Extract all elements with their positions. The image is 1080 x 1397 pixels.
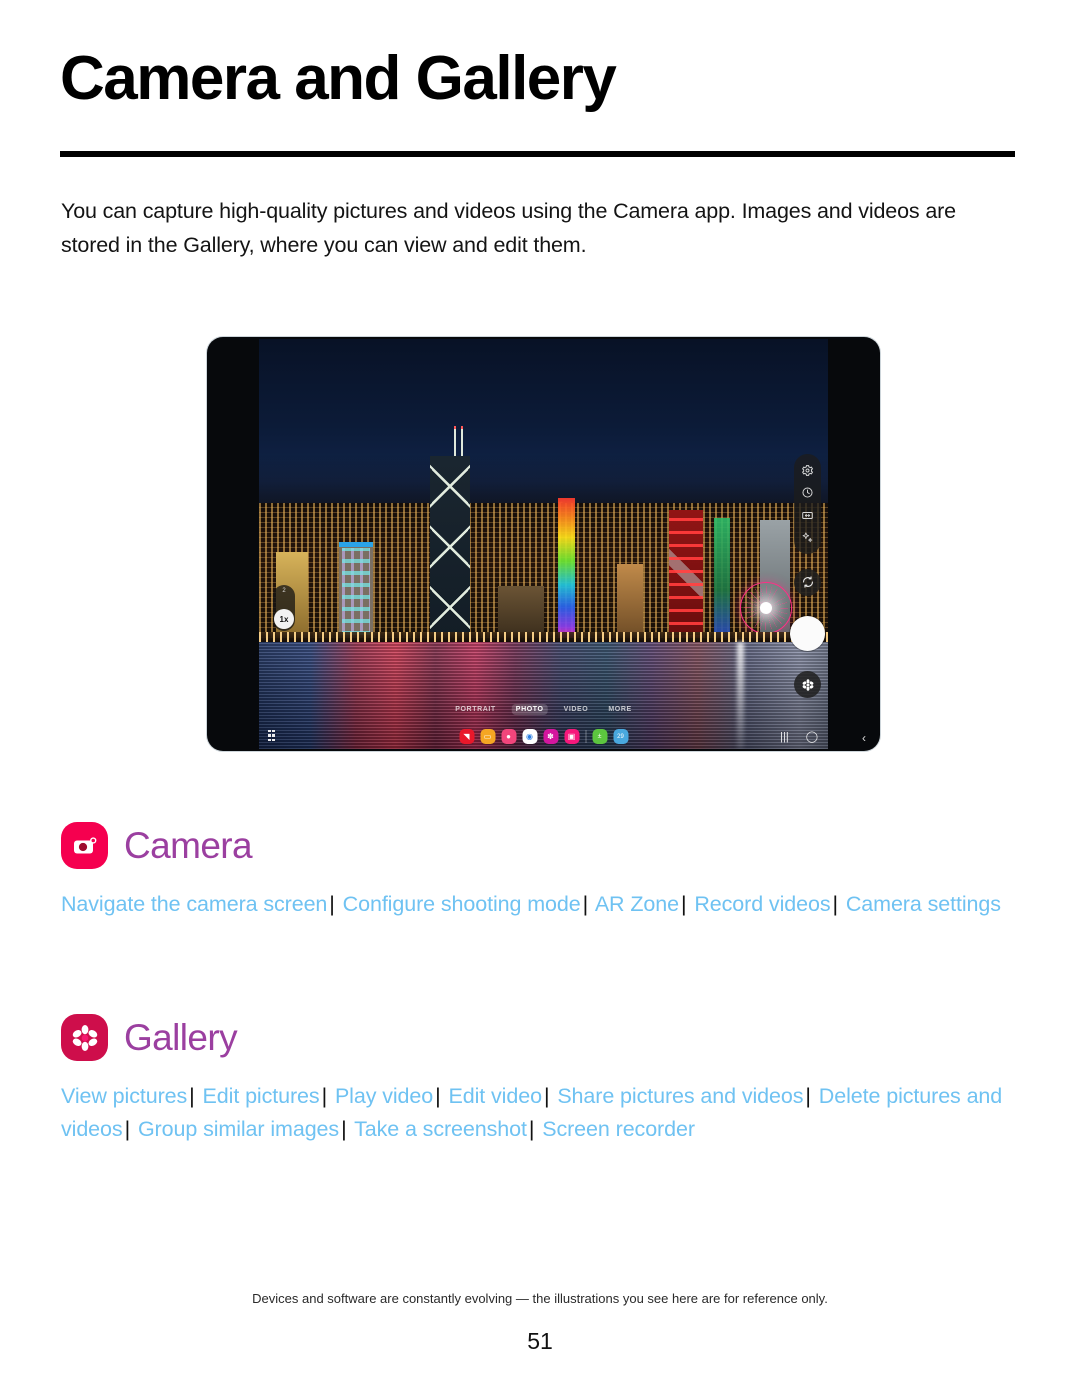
- flipboard-app-icon[interactable]: ◥: [459, 729, 474, 744]
- ferris-wheel: [739, 582, 792, 635]
- effects-sparkle-icon[interactable]: [801, 531, 814, 544]
- zoom-level-2[interactable]: 2: [282, 588, 285, 594]
- link-separator: |: [805, 1084, 811, 1108]
- mode-photo[interactable]: PHOTO: [511, 704, 548, 715]
- recents-icon[interactable]: |||: [780, 732, 789, 743]
- link-group-similar-images[interactable]: Group similar images: [138, 1117, 339, 1141]
- link-separator: |: [189, 1084, 195, 1108]
- tower-masts: [452, 426, 466, 457]
- link-separator: |: [329, 892, 335, 916]
- mode-more[interactable]: MORE: [604, 704, 635, 715]
- link-separator: |: [528, 1116, 535, 1141]
- link-separator: |: [321, 1084, 328, 1108]
- section-camera: Camera Navigate the camera screen| Confi…: [61, 822, 1021, 921]
- calendar-app-icon[interactable]: 29: [613, 729, 628, 744]
- dock-divider: [585, 730, 586, 743]
- link-camera-settings[interactable]: Camera settings: [846, 892, 1001, 916]
- camera-links: Navigate the camera screen| Configure sh…: [61, 888, 1021, 921]
- red-lit-building: [668, 510, 703, 639]
- shooting-mode-selector[interactable]: PORTRAIT PHOTO VIDEO MORE: [451, 704, 636, 715]
- home-icon[interactable]: ◯: [806, 732, 818, 743]
- chrome-app-icon[interactable]: ◉: [522, 729, 537, 744]
- dock: ◥ ▭ ● ◉ ✽ ▣ ± 29: [459, 729, 628, 744]
- tablet-illustration: 2 1x PORTRAIT PHOTO VIDEO MORE ◥ ▭ ● ◉ ✽…: [207, 337, 880, 751]
- page-number: 51: [527, 1328, 553, 1354]
- gallery-preview-icon[interactable]: [794, 671, 821, 699]
- link-edit-pictures[interactable]: Edit pictures: [203, 1084, 320, 1108]
- gallery-links: View pictures| Edit pictures| Play video…: [61, 1080, 1021, 1145]
- viewfinder-photo: [259, 339, 828, 749]
- aspect-ratio-icon[interactable]: [801, 509, 814, 522]
- building-blue-top: [338, 542, 373, 639]
- camera-options-rail: [794, 453, 821, 554]
- files-app-icon[interactable]: ▭: [480, 729, 495, 744]
- link-share-pictures-and-videos[interactable]: Share pictures and videos: [557, 1084, 803, 1108]
- building-midgold: [617, 564, 644, 639]
- camera-app-icon[interactable]: ▣: [564, 729, 579, 744]
- building-slab: [497, 586, 544, 639]
- title-divider: [60, 151, 1015, 157]
- mode-video[interactable]: VIDEO: [560, 704, 593, 715]
- link-edit-video[interactable]: Edit video: [449, 1084, 543, 1108]
- green-blue-tower: [714, 518, 731, 639]
- navigation-bar: ||| ◯: [780, 732, 818, 743]
- timer-icon[interactable]: [801, 486, 814, 499]
- shutter-button[interactable]: [790, 615, 825, 651]
- camera-section-title: Camera: [124, 824, 253, 866]
- page-title: Camera and Gallery: [60, 44, 617, 113]
- rainbow-lit-building: [557, 498, 575, 639]
- gallery-app-icon[interactable]: ✽: [543, 729, 558, 744]
- link-screen-recorder[interactable]: Screen recorder: [542, 1117, 695, 1141]
- link-configure-shooting-mode[interactable]: Configure shooting mode: [343, 892, 581, 916]
- manual-page: Camera and Gallery You can capture high-…: [0, 0, 1080, 1397]
- link-record-videos[interactable]: Record videos: [694, 892, 830, 916]
- taskbar: ◥ ▭ ● ◉ ✽ ▣ ± 29 ||| ◯: [259, 723, 828, 749]
- link-separator: |: [435, 1084, 441, 1108]
- link-navigate-camera-screen[interactable]: Navigate the camera screen: [61, 892, 327, 916]
- section-gallery: Gallery View pictures| Edit pictures| Pl…: [61, 1014, 1021, 1145]
- settings-gear-icon[interactable]: [801, 464, 814, 477]
- link-separator: |: [582, 892, 589, 916]
- mode-portrait[interactable]: PORTRAIT: [451, 704, 500, 715]
- link-ar-zone[interactable]: AR Zone: [595, 892, 679, 916]
- camera-section-header: Camera: [61, 822, 1021, 869]
- link-play-video[interactable]: Play video: [335, 1084, 433, 1108]
- gallery-section-title: Gallery: [124, 1016, 238, 1058]
- zoom-level-1x[interactable]: 1x: [274, 609, 294, 629]
- back-chevron-icon[interactable]: ‹: [862, 731, 866, 745]
- contacts-app-icon[interactable]: ●: [501, 729, 516, 744]
- switch-camera-icon[interactable]: [794, 568, 821, 596]
- footnote: Devices and software are constantly evol…: [252, 1291, 828, 1306]
- intro-paragraph: You can capture high-quality pictures an…: [61, 199, 956, 257]
- apps-grid-icon[interactable]: [268, 729, 275, 741]
- link-separator: |: [543, 1084, 550, 1108]
- link-take-a-screenshot[interactable]: Take a screenshot: [354, 1117, 527, 1141]
- waterfront-promenade: [259, 632, 828, 643]
- link-separator: |: [124, 1116, 131, 1141]
- link-separator: |: [832, 892, 838, 916]
- camera-app-icon: [61, 822, 108, 869]
- link-view-pictures[interactable]: View pictures: [61, 1084, 187, 1108]
- camera-app-screen: 2 1x PORTRAIT PHOTO VIDEO MORE ◥ ▭ ● ◉ ✽…: [259, 339, 828, 749]
- calculator-app-icon[interactable]: ±: [592, 729, 607, 744]
- link-separator: |: [680, 892, 687, 916]
- gallery-section-header: Gallery: [61, 1014, 1021, 1061]
- link-separator: |: [341, 1116, 347, 1141]
- bank-of-china-tower: [429, 456, 470, 639]
- zoom-control[interactable]: 2 1x: [273, 585, 295, 631]
- gallery-app-icon: [61, 1014, 108, 1061]
